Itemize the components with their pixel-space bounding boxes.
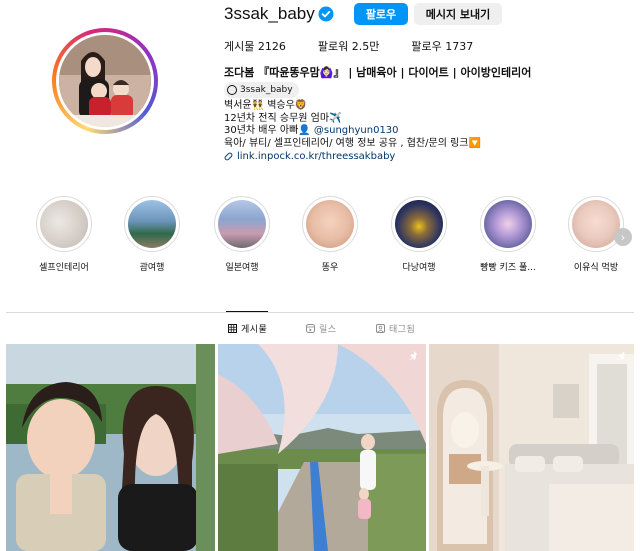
message-button[interactable]: 메시지 보내기 <box>414 3 502 25</box>
highlight-label: 괌여행 <box>139 263 165 273</box>
highlight-item[interactable]: 셀프인테리어 <box>34 196 94 273</box>
verified-badge-icon <box>318 6 334 22</box>
highlight-cover <box>128 200 176 248</box>
highlight-item[interactable]: 일본여행 <box>212 196 272 273</box>
external-link-text[interactable]: link.inpock.co.kr/threessakbaby <box>237 151 395 162</box>
highlight-label: 일본여행 <box>225 263 259 273</box>
avatar-illustration <box>59 35 151 127</box>
profile-username: 3ssak_baby <box>224 4 315 23</box>
bio-line-2: 12년차 전직 승무원 엄마✈️ <box>224 112 342 124</box>
post-thumbnail[interactable] <box>429 344 634 551</box>
avatar-inner-ring <box>56 32 154 130</box>
profile-stats: 게시물 2126 팔로워 2.5만 팔로우 1737 <box>224 38 505 54</box>
post-image-couple-selfie <box>6 344 215 551</box>
highlight-item[interactable]: 다낭여행 <box>389 196 449 273</box>
tab-tagged[interactable]: 태그됨 <box>376 322 415 335</box>
post-thumbnail[interactable] <box>218 344 426 551</box>
followers-count[interactable]: 팔로워 2.5만 <box>318 38 379 54</box>
highlight-item[interactable]: 괌여행 <box>122 196 182 273</box>
tab-posts-label: 게시물 <box>241 325 268 335</box>
highlight-label: 똥우 <box>321 263 339 273</box>
pinned-post-icon <box>617 351 625 361</box>
avatar-photo <box>59 35 151 127</box>
highlight-ring <box>302 196 358 252</box>
post-thumbnail[interactable] <box>6 344 215 551</box>
highlight-ring <box>214 196 270 252</box>
highlight-ring <box>568 196 624 252</box>
bio-line-1: 벽서윤👯 벽승우🦁 <box>224 100 308 111</box>
active-tab-indicator <box>226 311 268 312</box>
tab-tagged-label: 태그됨 <box>389 325 416 335</box>
highlight-cover <box>306 200 354 248</box>
threads-badge[interactable]: 3ssak_baby <box>224 82 299 98</box>
highlight-cover <box>40 200 88 248</box>
threads-icon <box>227 85 237 95</box>
profile-avatar[interactable] <box>52 28 158 134</box>
highlight-item[interactable]: 빵빵 키즈 풀... <box>478 196 538 273</box>
highlight-cover <box>218 200 266 248</box>
highlight-ring <box>36 196 92 252</box>
posts-count: 게시물 2126 <box>224 40 286 53</box>
bio-line-4: 육아/ 뷰티/ 셀프인테리어/ 여행 정보 공유 , 협찬/문의 링크🔽 <box>224 137 481 149</box>
highlight-cover <box>395 200 443 248</box>
bio-mention-link[interactable]: @sunghyun0130 <box>314 125 399 136</box>
highlights-next-chevron-icon[interactable]: › <box>614 228 632 246</box>
highlight-label: 다낭여행 <box>402 263 436 273</box>
bio-line-3: 30년차 배우 아빠👤 @sunghyun0130 <box>224 125 481 138</box>
highlight-item[interactable]: 똥우 <box>300 196 360 273</box>
highlight-label: 셀프인테리어 <box>39 263 89 273</box>
link-icon <box>223 151 234 162</box>
following-count[interactable]: 팔로우 1737 <box>411 38 473 54</box>
tab-posts[interactable]: 게시물 <box>228 322 267 335</box>
post-image-cherry-blossom-path <box>218 344 426 551</box>
highlight-label: 이유식 먹방 <box>573 263 619 273</box>
profile-bio: 벽서윤👯 벽승우🦁 12년차 전직 승무원 엄마✈️ 30년차 배우 아빠👤 @… <box>224 100 481 150</box>
highlight-ring <box>391 196 447 252</box>
tabs-divider <box>6 312 634 313</box>
profile-full-name: 조다봄 『따윤똥우맘🙆🏻‍♀️』 | 남매육아 | 다이어트 | 아이방인테리어 <box>224 66 532 79</box>
highlight-label: 빵빵 키즈 풀... <box>480 263 536 273</box>
bio-line-3-text: 30년차 배우 아빠👤 <box>224 125 311 136</box>
tagged-icon <box>376 324 385 333</box>
highlight-cover <box>484 200 532 248</box>
profile-external-link[interactable]: link.inpock.co.kr/threessakbaby <box>223 151 395 162</box>
post-image-bedroom-interior <box>429 344 634 551</box>
grid-icon <box>228 324 237 333</box>
tab-reels[interactable]: 릴스 <box>306 322 337 335</box>
pinned-post-icon <box>409 351 417 361</box>
highlight-ring <box>124 196 180 252</box>
reels-icon <box>306 324 315 333</box>
threads-handle: 3ssak_baby <box>240 85 293 95</box>
tab-reels-label: 릴스 <box>319 325 337 335</box>
highlight-ring <box>480 196 536 252</box>
follow-button[interactable]: 팔로우 <box>354 3 408 25</box>
highlight-cover <box>572 200 620 248</box>
